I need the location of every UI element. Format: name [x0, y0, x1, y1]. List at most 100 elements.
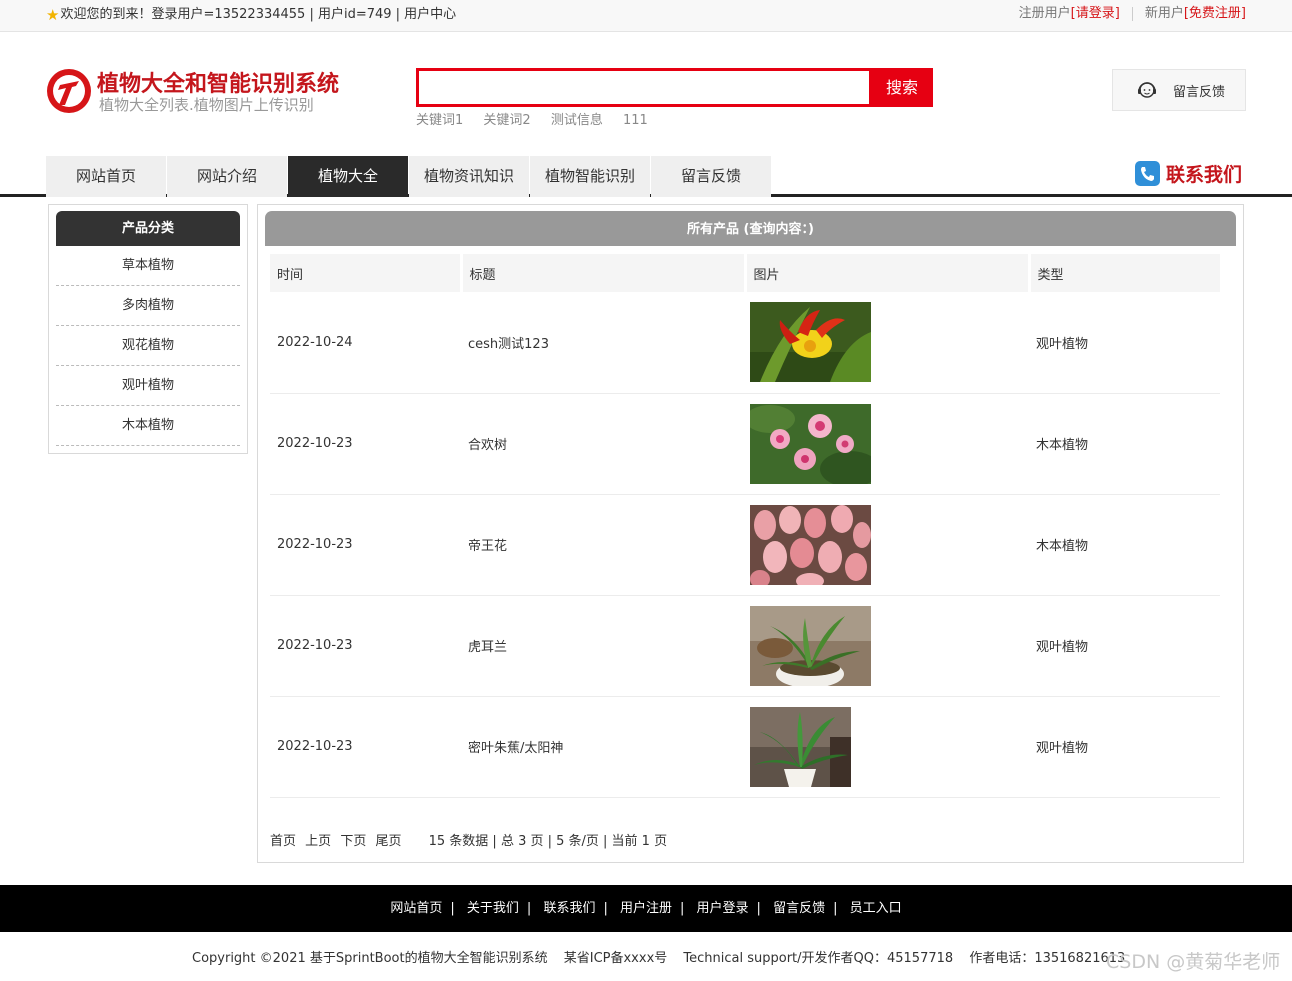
support-text: Technical support/开发作者QQ：45157718 — [683, 951, 954, 966]
last-page-link[interactable]: 尾页 — [375, 834, 401, 849]
customer-service-icon — [1138, 82, 1156, 98]
footer-link-about[interactable]: 关于我们 — [467, 901, 519, 916]
contact-label: 联系我们 — [1165, 164, 1242, 186]
keyword-link[interactable]: 111 — [623, 113, 648, 128]
footer-link-register[interactable]: 用户注册 — [620, 901, 672, 916]
row-title[interactable]: 帝王花 — [461, 494, 745, 596]
nav-items: 网站首页 网站介绍 植物大全 植物资讯知识 植物智能识别 留言反馈 — [46, 156, 772, 197]
column-header-type: 类型 — [1029, 254, 1220, 292]
nav-plants[interactable]: 植物大全 — [288, 156, 408, 197]
welcome-area: ★ 欢迎您的到来！登录用户=13522334455 | 用户id=749 | 用… — [46, 0, 456, 30]
csdn-watermark: CSDN @黄菊华老师 — [1106, 951, 1281, 973]
footer-link-login[interactable]: 用户登录 — [697, 901, 749, 916]
sidebar-title: 产品分类 — [56, 211, 240, 246]
plant-thumbnail[interactable] — [750, 403, 871, 484]
plant-thumbnail[interactable] — [750, 302, 871, 383]
sidebar-item-flowering[interactable]: 观花植物 — [56, 326, 240, 366]
prev-page-link[interactable]: 上页 — [305, 834, 331, 849]
register-label: 注册用户 — [1018, 6, 1071, 21]
row-title[interactable]: cesh测试123 — [461, 292, 745, 394]
row-date: 2022-10-23 — [270, 696, 461, 798]
column-header-image: 图片 — [745, 254, 1031, 292]
phone-text: 作者电话：13516821613 — [969, 951, 1126, 966]
table-row: 2022-10-24 cesh测试123 观叶植物 — [270, 292, 1220, 394]
auth-links: 注册用户 [请登录] 新用户 [免费注册] — [1019, 0, 1246, 28]
top-bar: ★ 欢迎您的到来！登录用户=13522334455 | 用户id=749 | 用… — [0, 0, 1292, 32]
table-row: 2022-10-23 合欢树 木本植物 — [270, 393, 1220, 495]
row-type: 木本植物 — [1029, 393, 1220, 495]
hot-keywords: 关键词1 关键词2 测试信息 111 — [416, 109, 664, 128]
row-type: 木本植物 — [1029, 494, 1220, 596]
table-row: 2022-10-23 帝王花 木本植物 — [270, 494, 1220, 596]
footer-links-bar: 网站首页 | 关于我们 | 联系我们 | 用户注册 | 用户登录 | 留言反馈 | 员工入口 — [0, 885, 1292, 932]
panel-title: 所有产品 (查询内容：) — [265, 211, 1236, 246]
feedback-label: 留言反馈 — [1173, 84, 1226, 100]
product-list-panel: 所有产品 (查询内容：) 时间 标题 图片 类型 2022-10-24 cesh… — [257, 204, 1244, 863]
first-page-link[interactable]: 首页 — [270, 834, 296, 849]
divider — [1131, 7, 1133, 21]
row-type: 观叶植物 — [1029, 595, 1220, 697]
footer-link-staff[interactable]: 员工入口 — [850, 901, 902, 916]
nav-about[interactable]: 网站介绍 — [167, 156, 287, 197]
row-title[interactable]: 虎耳兰 — [461, 595, 745, 697]
nav-home[interactable]: 网站首页 — [46, 156, 166, 197]
sidebar-item-herbaceous[interactable]: 草本植物 — [56, 246, 240, 286]
row-type: 观叶植物 — [1029, 292, 1220, 394]
footer-link-home[interactable]: 网站首页 — [390, 901, 442, 916]
nav-feedback[interactable]: 留言反馈 — [651, 156, 771, 197]
keyword-link[interactable]: 测试信息 — [551, 113, 603, 128]
row-title[interactable]: 密叶朱蕉/太阳神 — [461, 696, 745, 798]
search-button[interactable]: 搜索 — [871, 68, 933, 107]
plant-thumbnail[interactable] — [750, 605, 871, 686]
row-type: 观叶植物 — [1029, 696, 1220, 798]
row-date: 2022-10-24 — [270, 292, 461, 394]
category-sidebar: 产品分类 草本植物 多肉植物 观花植物 观叶植物 木本植物 — [48, 204, 248, 454]
plant-thumbnail[interactable] — [750, 706, 851, 787]
nav-recognition[interactable]: 植物智能识别 — [530, 156, 650, 197]
footer-link-contact[interactable]: 联系我们 — [543, 901, 595, 916]
keyword-link[interactable]: 关键词2 — [483, 113, 530, 128]
footer-separator: | — [450, 901, 455, 916]
phone-icon — [1134, 161, 1160, 186]
plant-thumbnail[interactable] — [750, 504, 871, 585]
row-date: 2022-10-23 — [270, 393, 461, 495]
nav-news[interactable]: 植物资讯知识 — [409, 156, 529, 197]
footer-separator: | — [680, 901, 685, 916]
column-header-title: 标题 — [461, 254, 747, 292]
sidebar-item-foliage[interactable]: 观叶植物 — [56, 366, 240, 406]
row-title[interactable]: 合欢树 — [461, 393, 745, 495]
site-logo-icon[interactable] — [45, 67, 93, 115]
pagination: 首页 上页 下页 尾页 15 条数据 | 总 3 页 | 5 条/页 | 当前 … — [270, 830, 667, 849]
next-page-link[interactable]: 下页 — [340, 834, 366, 849]
sidebar-item-succulent[interactable]: 多肉植物 — [56, 286, 240, 326]
column-header-date: 时间 — [270, 254, 463, 292]
footer-separator: | — [756, 901, 761, 916]
star-icon: ★ — [46, 6, 60, 24]
search-input[interactable] — [416, 68, 872, 107]
newuser-label: 新用户 — [1144, 6, 1184, 21]
contact-us-button[interactable]: 联系我们 — [1134, 160, 1242, 187]
pagination-info: 15 条数据 | 总 3 页 | 5 条/页 | 当前 1 页 — [428, 834, 668, 849]
footer-separator: | — [833, 901, 838, 916]
main-nav: 网站首页 网站介绍 植物大全 植物资讯知识 植物智能识别 留言反馈 联系我们 — [0, 156, 1292, 197]
table-header-row: 时间 标题 图片 类型 — [270, 254, 1220, 292]
sidebar-item-woody[interactable]: 木本植物 — [56, 406, 240, 446]
product-table: 时间 标题 图片 类型 2022-10-24 cesh测试123 观叶植物 20… — [270, 254, 1220, 798]
site-header: 植物大全和智能识别系统 植物大全列表.植物图片上传识别 搜索 关键词1 关键词2… — [0, 32, 1292, 156]
feedback-button[interactable]: 留言反馈 — [1112, 69, 1246, 111]
row-date: 2022-10-23 — [270, 595, 461, 697]
site-subtitle: 植物大全列表.植物图片上传识别 — [99, 96, 314, 114]
table-row: 2022-10-23 密叶朱蕉/太阳神 观叶植物 — [270, 696, 1220, 798]
row-date: 2022-10-23 — [270, 494, 461, 596]
footer-separator: | — [603, 901, 608, 916]
signup-link[interactable]: [免费注册] — [1184, 0, 1246, 28]
copyright-line: Copyright ©2021 基于SprintBoot的植物大全智能识别系统 … — [192, 947, 1137, 966]
welcome-text[interactable]: 欢迎您的到来！登录用户=13522334455 | 用户id=749 | 用户中… — [60, 0, 456, 30]
login-link[interactable]: [请登录] — [1071, 0, 1120, 28]
footer-separator: | — [526, 901, 532, 916]
icp-text: 某省ICP备xxxx号 — [563, 951, 668, 966]
keyword-link[interactable]: 关键词1 — [416, 113, 463, 128]
footer-link-feedback[interactable]: 留言反馈 — [773, 901, 825, 916]
copyright-text: Copyright ©2021 基于SprintBoot的植物大全智能识别系统 — [192, 951, 548, 966]
table-row: 2022-10-23 虎耳兰 观叶植物 — [270, 595, 1220, 697]
